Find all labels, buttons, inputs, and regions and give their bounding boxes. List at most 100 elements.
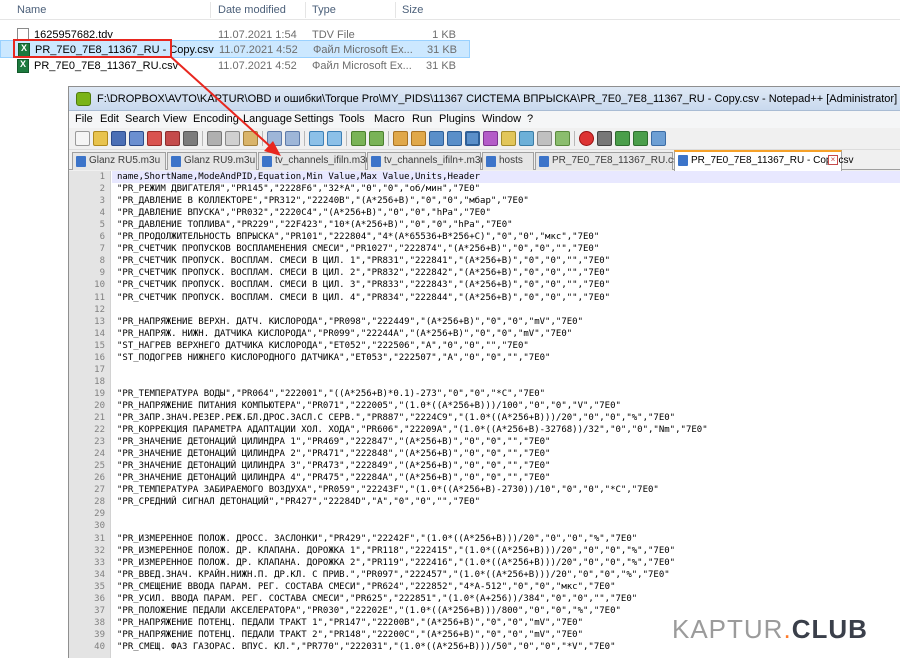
- new-file-icon[interactable]: [75, 131, 90, 146]
- code-line[interactable]: "PR_УСИЛ. ВВОДА ПАРАМ. РЕГ. СОСТАВА СМЕС…: [117, 594, 637, 604]
- save-macro-icon[interactable]: [651, 131, 666, 146]
- line-number: 35: [94, 581, 105, 592]
- print-icon[interactable]: [183, 131, 198, 146]
- menu-tools[interactable]: Tools: [339, 113, 365, 125]
- record-macro-icon[interactable]: [579, 131, 594, 146]
- copy-icon[interactable]: [225, 131, 240, 146]
- replace-icon[interactable]: [327, 131, 342, 146]
- close-all-icon[interactable]: [165, 131, 180, 146]
- zoom-in-icon[interactable]: [351, 131, 366, 146]
- run-macro-multiple-icon[interactable]: [633, 131, 648, 146]
- text-editor[interactable]: 1 2 3 4 5 6 7 8 9 10 11 12 13 14 15 16 17 18 19 20 21 22 23 24 2…: [69, 171, 900, 658]
- doc-map-icon[interactable]: [501, 131, 516, 146]
- code-line[interactable]: "PR_СЧЕТЧИК ПРОПУСК. ВОСПЛАМ. СМЕСИ В ЦИ…: [117, 280, 610, 290]
- save-all-icon[interactable]: [129, 131, 144, 146]
- tab-pr-copy-csv[interactable]: PR_7E0_7E8_11367_RU - Copy.csv ×: [674, 150, 854, 171]
- menu-view[interactable]: View: [163, 113, 187, 125]
- code-line[interactable]: name,ShortName,ModeAndPID,Equation,Min V…: [117, 172, 480, 182]
- close-tab-icon[interactable]: ×: [828, 155, 838, 165]
- tab-glanz-ru5[interactable]: Glanz RU5.m3u: [72, 152, 166, 170]
- menu-settings[interactable]: Settings: [294, 113, 334, 125]
- code-line[interactable]: "PR_ДАВЛЕНИЕ ТОПЛИВА","PR229","22F423","…: [117, 220, 513, 230]
- tab-tv-channels-ifiln-plus[interactable]: tv_channels_ifiln+.m3u: [367, 152, 486, 170]
- code-line[interactable]: "PR_ИЗМЕРЕННОЕ ПОЛОЖ. ДР. КЛАПАНА. ДОРОЖ…: [117, 558, 675, 568]
- menu-search[interactable]: Search: [125, 113, 160, 125]
- menu-plugins[interactable]: Plugins: [439, 113, 475, 125]
- column-size[interactable]: Size: [402, 4, 423, 16]
- code-line[interactable]: "PR_ЗНАЧЕНИЕ ДЕТОНАЦИЙ ЦИЛИНДРА 1","PR46…: [117, 437, 550, 447]
- column-name[interactable]: Name: [17, 4, 46, 16]
- code-line[interactable]: "PR_СРЕДНИЙ СИГНАЛ ДЕТОНАЦИЙ","PR427","2…: [117, 497, 480, 507]
- menu-edit[interactable]: Edit: [100, 113, 119, 125]
- code-line[interactable]: "PR_СЧЕТЧИК ПРОПУСК. ВОСПЛАМ. СМЕСИ В ЦИ…: [117, 268, 610, 278]
- code-line[interactable]: "PR_ЗАПР.ЗНАЧ.РЕЗЕР.РЕЖ.БЛ.ДРОС.ЗАСЛ.С С…: [117, 413, 675, 423]
- code-line[interactable]: "PR_ПРОДОЛЖИТЕЛЬНОСТЬ ВПРЫСКА","PR101","…: [117, 232, 599, 242]
- column-date-modified[interactable]: Date modified: [218, 4, 286, 16]
- menu-file[interactable]: File: [75, 113, 93, 125]
- folder-workspace-icon[interactable]: [537, 131, 552, 146]
- file-row-selected[interactable]: PR_7E0_7E8_11367_RU - Copy.csv 11.07.202…: [0, 40, 470, 58]
- find-icon[interactable]: [309, 131, 324, 146]
- code-line[interactable]: "PR_НАПРЯЖЕНИЕ ПОТЕНЦ. ПЕДАЛИ ТРАКТ 2","…: [117, 630, 583, 640]
- code-line[interactable]: "PR_ЗНАЧЕНИЕ ДЕТОНАЦИЙ ЦИЛИНДРА 3","PR47…: [117, 461, 550, 471]
- code-line[interactable]: "PR_КОРРЕКЦИЯ ПАРАМЕТРА АДАПТАЦИИ ХОЛ. Х…: [117, 425, 708, 435]
- menu-language[interactable]: Language: [243, 113, 292, 125]
- code-line[interactable]: "PR_НАПРЯЖЕНИЕ ВЕРХН. ДАТЧ. КИСЛОРОДА","…: [117, 317, 583, 327]
- tab-label: Glanz RU5.m3u: [89, 155, 161, 166]
- code-line[interactable]: "PR_НАПРЯЖЕНИЕ ПОТЕНЦ. ПЕДАЛИ ТРАКТ 1","…: [117, 618, 583, 628]
- code-line[interactable]: "PR_НАПРЯЖ. НИЖН. ДАТЧИКА КИСЛОРОДА","PR…: [117, 329, 572, 339]
- save-icon[interactable]: [111, 131, 126, 146]
- sync-horizontal-icon[interactable]: [411, 131, 426, 146]
- indent-guide-icon[interactable]: [465, 131, 480, 146]
- tab-glanz-ru9[interactable]: Glanz RU9.m3u: [167, 152, 257, 170]
- menu-macro[interactable]: Macro: [374, 113, 405, 125]
- tab-pr-csv[interactable]: PR_7E0_7E8_11367_RU.csv: [535, 152, 683, 170]
- code-line[interactable]: "PR_НАПРЯЖЕНИЕ ПИТАНИЯ КОМПЬЮТЕРА","PR07…: [117, 401, 621, 411]
- code-line[interactable]: "PR_ИЗМЕРЕННОЕ ПОЛОЖ. ДРОСС. ЗАСЛОНКИ","…: [117, 534, 637, 544]
- code-line[interactable]: "PR_ЗНАЧЕНИЕ ДЕТОНАЦИЙ ЦИЛИНДРА 2","PR47…: [117, 449, 550, 459]
- code-line[interactable]: "PR_СЧЕТЧИК ПРОПУСК. ВОСПЛАМ. СМЕСИ В ЦИ…: [117, 256, 610, 266]
- code-line[interactable]: "PR_ДАВЛЕНИЕ ВПУСКА","PR032","2220C4","(…: [117, 208, 491, 218]
- line-number: 40: [94, 641, 105, 652]
- line-number: 23: [94, 437, 105, 448]
- code-line[interactable]: "PR_СМЕЩ. ФАЗ ГАЗОРАС. ВПУС. КЛ.","PR770…: [117, 642, 616, 652]
- code-line[interactable]: "PR_ПОЛОЖЕНИЕ ПЕДАЛИ АКСЕЛЕРАТОРА","PR03…: [117, 606, 621, 616]
- code-line[interactable]: "PR_ИЗМЕРЕННОЕ ПОЛОЖ. ДР. КЛАПАНА. ДОРОЖ…: [117, 546, 675, 556]
- code-line[interactable]: "PR_ДАВЛЕНИЕ В КОЛЛЕКТОРЕ","PR312","2224…: [117, 196, 529, 206]
- file-row[interactable]: PR_7E0_7E8_11367_RU.csv 11.07.2021 4:52 …: [0, 57, 470, 75]
- word-wrap-icon[interactable]: [429, 131, 444, 146]
- code-line[interactable]: "PR_СМЕЩЕНИЕ ВВОДА ПАРАМ. РЕГ. СОСТАВА С…: [117, 582, 616, 592]
- code-line[interactable]: "ST_ПОДОГРЕВ НИЖНЕГО КИСЛОРОДНОГО ДАТЧИК…: [117, 353, 550, 363]
- show-all-chars-icon[interactable]: [447, 131, 462, 146]
- tab-label: tv_channels_ifiln.m3u: [275, 155, 372, 166]
- menu-run[interactable]: Run: [412, 113, 432, 125]
- menu-help[interactable]: ?: [527, 113, 533, 125]
- close-file-icon[interactable]: [147, 131, 162, 146]
- code-line[interactable]: "PR_СЧЕТЧИК ПРОПУСКОВ ВОСПЛАМЕНЕНИЯ СМЕС…: [117, 244, 599, 254]
- open-file-icon[interactable]: [93, 131, 108, 146]
- code-line[interactable]: "PR_ВВЕД.ЗНАЧ. КРАЙН.НИЖН.П. ДР.КЛ. С ПР…: [117, 570, 670, 580]
- tab-hosts[interactable]: hosts: [482, 152, 534, 170]
- code-line[interactable]: "PR_ТЕМПЕРАТУРА ЗАБИРАЕМОГО ВОЗДУХА","PR…: [117, 485, 659, 495]
- redo-icon[interactable]: [285, 131, 300, 146]
- function-list-icon[interactable]: [519, 131, 534, 146]
- title-bar[interactable]: F:\DROPBOX\AVTO\KAPTUR\OBD и ошибки\Torq…: [69, 87, 900, 111]
- language-icon[interactable]: [483, 131, 498, 146]
- code-line[interactable]: "PR_ЗНАЧЕНИЕ ДЕТОНАЦИЙ ЦИЛИНДРА 4","PR47…: [117, 473, 550, 483]
- code-line[interactable]: "PR_ТЕМПЕРАТУРА ВОДЫ","PR064","222001","…: [117, 389, 545, 399]
- paste-icon[interactable]: [243, 131, 258, 146]
- menu-window[interactable]: Window: [482, 113, 521, 125]
- code-line[interactable]: "PR_РЕЖИМ ДВИГАТЕЛЯ","PR145","2228F6","3…: [117, 184, 480, 194]
- zoom-out-icon[interactable]: [369, 131, 384, 146]
- cut-icon[interactable]: [207, 131, 222, 146]
- menu-encoding[interactable]: Encoding: [193, 113, 239, 125]
- play-macro-icon[interactable]: [615, 131, 630, 146]
- code-line[interactable]: "ST_НАГРЕВ ВЕРХНЕГО ДАТЧИКА КИСЛОРОДА","…: [117, 341, 529, 351]
- undo-icon[interactable]: [267, 131, 282, 146]
- column-type[interactable]: Type: [312, 4, 336, 16]
- tab-tv-channels-ifiln[interactable]: tv_channels_ifiln.m3u: [258, 152, 371, 170]
- sync-scroll-icon[interactable]: [393, 131, 408, 146]
- code-line[interactable]: "PR_СЧЕТЧИК ПРОПУСК. ВОСПЛАМ. СМЕСИ В ЦИ…: [117, 293, 610, 303]
- stop-macro-icon[interactable]: [597, 131, 612, 146]
- monitoring-icon[interactable]: [555, 131, 570, 146]
